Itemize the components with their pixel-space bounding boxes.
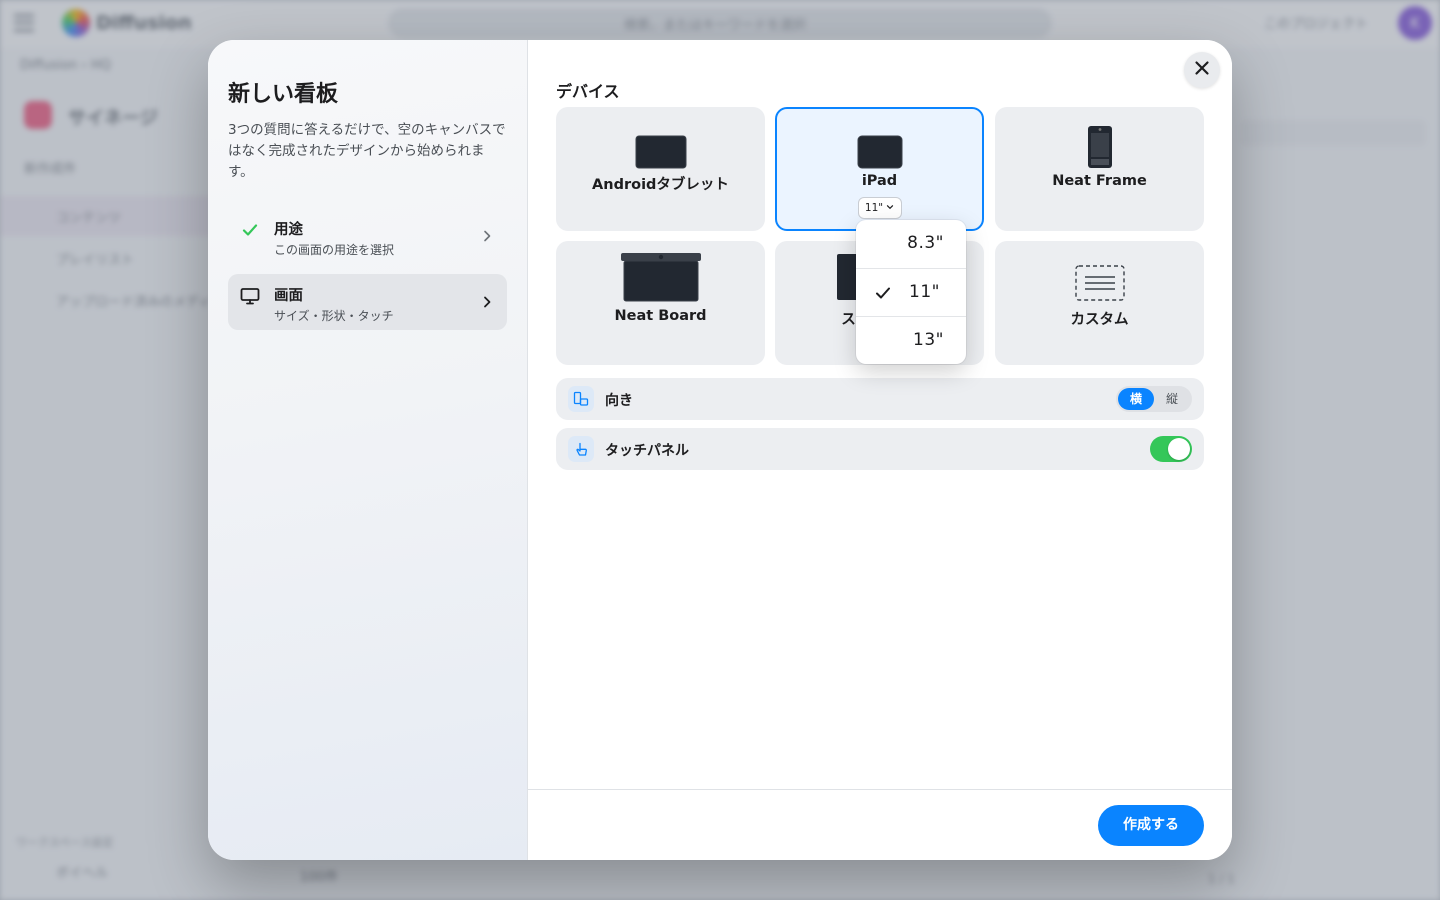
device-section-title: デバイス	[556, 82, 620, 101]
chevron-right-icon	[479, 294, 495, 310]
orientation-portrait[interactable]: 縦	[1154, 388, 1190, 410]
orientation-landscape[interactable]: 横	[1118, 388, 1154, 410]
orientation-label: 向き	[605, 393, 633, 409]
tablet-icon	[635, 135, 687, 173]
new-signage-dialog: 新しい看板 3つの質問に答えるだけで、空のキャンバスではなく完成されたデザインか…	[208, 40, 1232, 860]
wizard-content: デバイス Androidタブレット iPad 11" Neat Frame Ne…	[528, 40, 1232, 860]
ipad-icon	[857, 135, 903, 173]
step-subtitle: この画面の用途を選択	[274, 243, 395, 257]
orientation-row: 向き 横 縦	[556, 378, 1204, 420]
device-card-ipad[interactable]: iPad 11"	[775, 107, 984, 231]
device-label: iPad	[861, 173, 898, 189]
touch-panel-row: タッチパネル	[556, 428, 1204, 470]
create-button[interactable]: 作成する	[1098, 805, 1204, 846]
device-label: Androidタブレット	[592, 177, 729, 193]
orientation-icon	[568, 386, 594, 412]
device-card-neat-board[interactable]: Neat Board	[556, 241, 765, 365]
size-option-label: 8.3"	[907, 233, 944, 253]
check-icon	[874, 284, 892, 302]
step-title: 用途	[274, 222, 303, 238]
footer-divider	[528, 789, 1232, 790]
orientation-segmented-control: 横 縦	[1116, 386, 1192, 412]
size-option-11[interactable]: 11"	[856, 268, 966, 316]
neat-board-icon	[620, 252, 702, 306]
close-button[interactable]	[1184, 52, 1220, 88]
device-label: カスタム	[1070, 312, 1129, 328]
device-card-android-tablet[interactable]: Androidタブレット	[556, 107, 765, 231]
wizard-sidebar: 新しい看板 3つの質問に答えるだけで、空のキャンバスではなく完成されたデザインか…	[208, 40, 528, 860]
dialog-description: 3つの質問に答えるだけで、空のキャンバスではなく完成されたデザインから始められま…	[228, 122, 506, 180]
step-subtitle: サイズ・形状・タッチ	[274, 309, 394, 323]
device-card-neat-frame[interactable]: Neat Frame	[995, 107, 1204, 231]
touch-panel-label: タッチパネル	[605, 443, 689, 459]
touch-icon	[568, 436, 594, 462]
size-option-label: 11"	[909, 282, 940, 302]
step-title: 画面	[274, 288, 303, 304]
chevron-down-icon	[886, 202, 894, 214]
monitor-icon	[240, 286, 260, 306]
size-dropdown-menu: 8.3" 11" 13"	[856, 220, 966, 364]
size-select-value: 11"	[864, 202, 884, 214]
check-icon	[240, 220, 260, 240]
device-card-custom[interactable]: カスタム	[995, 241, 1204, 365]
size-option-13[interactable]: 13"	[856, 316, 966, 364]
size-option-8-3[interactable]: 8.3"	[856, 220, 966, 268]
step-screen[interactable]: 画面 サイズ・形状・タッチ	[228, 274, 507, 330]
size-select[interactable]: 11"	[857, 197, 902, 219]
dialog-title: 新しい看板	[228, 82, 339, 107]
close-icon	[1193, 59, 1211, 81]
device-label: Neat Frame	[1052, 173, 1147, 189]
touch-panel-toggle[interactable]	[1150, 436, 1192, 462]
size-option-label: 13"	[913, 330, 944, 350]
custom-icon	[1074, 265, 1125, 305]
step-usage[interactable]: 用途 この画面の用途を選択	[228, 208, 507, 264]
chevron-right-icon	[479, 228, 495, 244]
neat-frame-icon	[1087, 125, 1113, 173]
